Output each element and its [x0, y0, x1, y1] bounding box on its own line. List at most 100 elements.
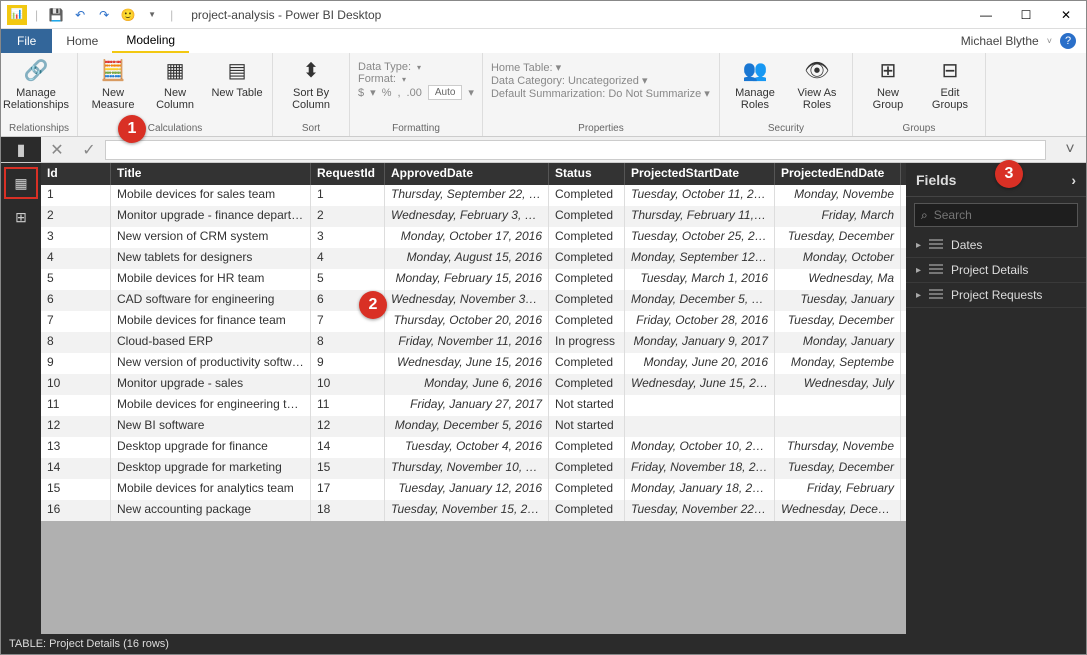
fields-search-input[interactable] — [934, 208, 1087, 222]
redo-icon[interactable]: ↷ — [94, 5, 114, 25]
view-as-roles-button[interactable]: 👁 View As Roles — [790, 57, 844, 111]
table-row[interactable]: 9New version of productivity software9We… — [41, 353, 906, 374]
minimize-button[interactable]: — — [966, 1, 1006, 29]
help-icon[interactable]: ? — [1060, 33, 1076, 49]
cell-requestid: 10 — [311, 374, 385, 395]
cell-projectedstart: Wednesday, June 15, 2016 — [625, 374, 775, 395]
field-table-item[interactable]: ▸Project Requests — [906, 283, 1086, 308]
sort-by-column-button[interactable]: ⬍ Sort By Column — [281, 57, 341, 111]
table-row[interactable]: 1Mobile devices for sales team1Thursday,… — [41, 185, 906, 206]
cell-projectedstart: Friday, November 18, 2016 — [625, 458, 775, 479]
fields-search[interactable]: ⌕ — [914, 203, 1078, 227]
table-row[interactable]: 6CAD software for engineering6Wednesday,… — [41, 290, 906, 311]
fields-title: Fields — [916, 172, 956, 188]
col-projectedend[interactable]: ProjectedEndDate — [775, 163, 901, 185]
table-row[interactable]: 12New BI software12Monday, December 5, 2… — [41, 416, 906, 437]
undo-icon[interactable]: ↶ — [70, 5, 90, 25]
qat-dropdown-icon[interactable]: ▼ — [142, 5, 162, 25]
view-rail: ▦ ⊞ — [1, 163, 41, 634]
manage-roles-button[interactable]: 👥 Manage Roles — [728, 57, 782, 111]
table-row[interactable]: 16New accounting package18Tuesday, Novem… — [41, 500, 906, 521]
new-group-icon: ⊞ — [872, 57, 904, 85]
col-title[interactable]: Title — [111, 163, 311, 185]
cell-status: Completed — [549, 437, 625, 458]
currency-button[interactable]: $ — [358, 87, 364, 99]
data-type-label[interactable]: Data Type: — [358, 61, 411, 73]
col-projectedstart[interactable]: ProjectedStartDate — [625, 163, 775, 185]
cell-approveddate: Tuesday, January 12, 2016 — [385, 479, 549, 500]
cell-requestid: 18 — [311, 500, 385, 521]
table-row[interactable]: 8Cloud-based ERP8Friday, November 11, 20… — [41, 332, 906, 353]
table-row[interactable]: 4New tablets for designers4Monday, Augus… — [41, 248, 906, 269]
table-row[interactable]: 7Mobile devices for finance team7Thursda… — [41, 311, 906, 332]
col-requestid[interactable]: RequestId — [311, 163, 385, 185]
group-calculations-label: Calculations — [86, 121, 264, 134]
table-row[interactable]: 11Mobile devices for engineering team11F… — [41, 395, 906, 416]
cell-status: Completed — [549, 374, 625, 395]
cell-id: 13 — [41, 437, 111, 458]
cell-approveddate: Monday, June 6, 2016 — [385, 374, 549, 395]
table-row[interactable]: 14Desktop upgrade for marketing15Thursda… — [41, 458, 906, 479]
smiley-icon[interactable]: 🙂 — [118, 5, 138, 25]
decimals-button[interactable]: .00 — [407, 87, 422, 99]
format-label[interactable]: Format: — [358, 73, 396, 85]
commit-formula-icon[interactable]: ✓ — [73, 137, 105, 162]
cell-id: 9 — [41, 353, 111, 374]
collapse-pane-icon[interactable]: › — [1071, 172, 1076, 188]
col-approveddate[interactable]: ApprovedDate — [385, 163, 549, 185]
new-group-button[interactable]: ⊞ New Group — [861, 57, 915, 111]
tab-file[interactable]: File — [1, 29, 52, 53]
status-text: TABLE: Project Details (16 rows) — [9, 638, 169, 650]
home-table-label[interactable]: Home Table: — [491, 62, 553, 74]
new-column-button[interactable]: ▦ New Column — [148, 57, 202, 111]
cell-requestid: 3 — [311, 227, 385, 248]
cancel-formula-icon[interactable]: ✕ — [41, 137, 73, 162]
maximize-button[interactable]: ☐ — [1006, 1, 1046, 29]
cell-approveddate: Thursday, September 22, 2016 — [385, 185, 549, 206]
table-row[interactable]: 3New version of CRM system3Monday, Octob… — [41, 227, 906, 248]
report-view-icon[interactable]: ▮ — [17, 140, 26, 160]
save-icon[interactable]: 💾 — [46, 5, 66, 25]
table-row[interactable]: 5Mobile devices for HR team5Monday, Febr… — [41, 269, 906, 290]
cell-id: 14 — [41, 458, 111, 479]
cell-id: 11 — [41, 395, 111, 416]
cell-requestid: 4 — [311, 248, 385, 269]
table-row[interactable]: 15Mobile devices for analytics team17Tue… — [41, 479, 906, 500]
formula-input[interactable] — [105, 140, 1046, 160]
comma-button[interactable]: , — [397, 87, 400, 99]
new-measure-button[interactable]: 🧮 New Measure — [86, 57, 140, 111]
cell-id: 15 — [41, 479, 111, 500]
cell-projectedstart: Tuesday, October 11, 2016 — [625, 185, 775, 206]
auto-button[interactable]: Auto — [428, 85, 463, 100]
cell-requestid: 2 — [311, 206, 385, 227]
default-summarization-label[interactable]: Default Summarization: Do Not Summarize — [491, 88, 701, 100]
table-row[interactable]: 10Monitor upgrade - sales10Monday, June … — [41, 374, 906, 395]
table-row[interactable]: 2Monitor upgrade - finance department2We… — [41, 206, 906, 227]
data-category-label[interactable]: Data Category: Uncategorized — [491, 75, 639, 87]
tab-modeling[interactable]: Modeling — [112, 29, 189, 53]
close-button[interactable]: ✕ — [1046, 1, 1086, 29]
group-formatting-label: Formatting — [358, 121, 474, 134]
data-view-button[interactable]: ▦ — [6, 169, 36, 197]
percent-button[interactable]: % — [382, 87, 392, 99]
field-table-item[interactable]: ▸Dates — [906, 233, 1086, 258]
tab-home[interactable]: Home — [52, 29, 112, 53]
manage-relationships-button[interactable]: 🔗 Manage Relationships — [9, 57, 63, 111]
cell-projectedstart: Monday, December 5, 2016 — [625, 290, 775, 311]
cell-id: 7 — [41, 311, 111, 332]
edit-groups-button[interactable]: ⊟ Edit Groups — [923, 57, 977, 111]
table-row[interactable]: 13Desktop upgrade for finance14Tuesday, … — [41, 437, 906, 458]
field-table-item[interactable]: ▸Project Details — [906, 258, 1086, 283]
cell-projectedstart — [625, 395, 775, 416]
expand-formula-icon[interactable]: ˅ — [1054, 137, 1086, 162]
model-view-button[interactable]: ⊞ — [6, 203, 36, 231]
separator: | — [31, 8, 42, 22]
new-table-label: New Table — [211, 87, 262, 99]
cell-projectedend: Wednesday, Ma — [775, 269, 901, 290]
col-id[interactable]: Id — [41, 163, 111, 185]
title-bar: 📊 | 💾 ↶ ↷ 🙂 ▼ | project-analysis - Power… — [1, 1, 1086, 29]
col-status[interactable]: Status — [549, 163, 625, 185]
chevron-down-icon[interactable]: ˅ — [1047, 36, 1052, 46]
new-table-button[interactable]: ▤ New Table — [210, 57, 264, 99]
field-table-label: Project Requests — [951, 288, 1042, 302]
